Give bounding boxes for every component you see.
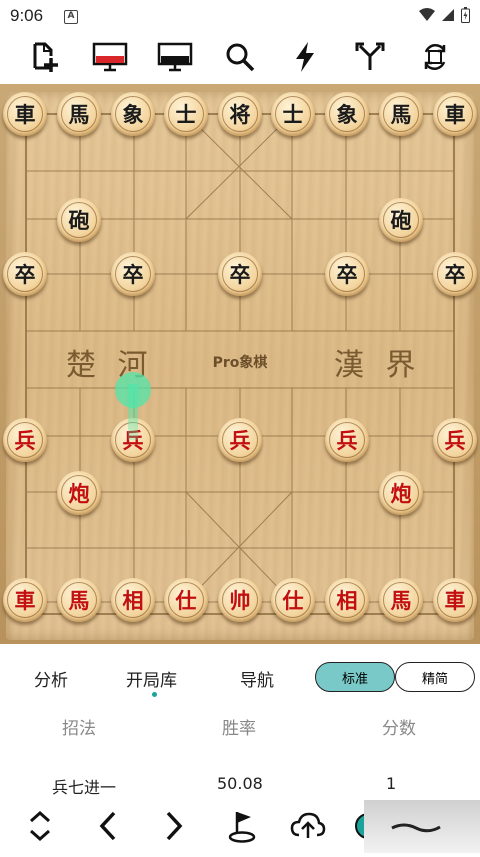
black-soldier-piece[interactable]: 卒	[3, 252, 47, 296]
red-soldier-piece[interactable]: 兵	[218, 418, 262, 462]
wifi-icon	[419, 8, 435, 21]
red-screen-icon[interactable]	[90, 34, 130, 80]
red-advisor-piece[interactable]: 仕	[271, 578, 315, 622]
signal-icon	[442, 9, 454, 21]
black-soldier-piece[interactable]: 卒	[111, 252, 155, 296]
corner-overlay-image	[364, 800, 480, 853]
expand-collapse-icon[interactable]	[20, 806, 60, 846]
black-cannon-piece[interactable]: 砲	[57, 198, 101, 242]
simple-mode-button[interactable]: 精简	[395, 662, 475, 692]
black-chariot-piece[interactable]: 車	[433, 92, 477, 136]
chess-board[interactable]: 楚 河 Pro象棋 漢 界 車 馬 象 士 将 士 象 馬 車 砲 砲 卒 卒 …	[0, 84, 480, 644]
previous-move-icon[interactable]	[88, 806, 128, 846]
red-soldier-piece[interactable]: 兵	[433, 418, 477, 462]
status-time: 9:06	[10, 6, 44, 25]
table-row-winrate: 50.08	[217, 774, 263, 793]
col-move-header: 招法	[62, 719, 96, 739]
black-elephant-piece[interactable]: 象	[111, 92, 155, 136]
black-soldier-piece[interactable]: 卒	[325, 252, 369, 296]
top-toolbar	[0, 34, 480, 80]
battery-icon	[461, 7, 470, 23]
red-soldier-piece[interactable]: 兵	[325, 418, 369, 462]
black-screen-icon[interactable]	[155, 34, 195, 80]
black-soldier-piece[interactable]: 卒	[218, 252, 262, 296]
search-icon[interactable]	[220, 34, 260, 80]
black-advisor-piece[interactable]: 士	[164, 92, 208, 136]
black-cannon-piece[interactable]: 砲	[379, 198, 423, 242]
status-icons	[419, 7, 470, 23]
black-horse-piece[interactable]: 馬	[379, 92, 423, 136]
branch-icon[interactable]	[350, 34, 390, 80]
next-move-icon[interactable]	[154, 806, 194, 846]
black-elephant-piece[interactable]: 象	[325, 92, 369, 136]
standard-mode-button[interactable]: 标准	[315, 662, 395, 692]
red-advisor-piece[interactable]: 仕	[164, 578, 208, 622]
lightning-icon[interactable]	[285, 34, 325, 80]
table-row-score: 1	[386, 774, 397, 793]
flag-icon[interactable]	[222, 806, 262, 846]
red-horse-piece[interactable]: 馬	[379, 578, 423, 622]
black-general-piece[interactable]: 将	[218, 92, 262, 136]
red-chariot-piece[interactable]: 車	[3, 578, 47, 622]
red-cannon-piece[interactable]: 炮	[379, 471, 423, 515]
black-horse-piece[interactable]: 馬	[57, 92, 101, 136]
red-soldier-piece[interactable]: 兵	[3, 418, 47, 462]
black-soldier-piece[interactable]: 卒	[433, 252, 477, 296]
rotate-icon[interactable]	[415, 34, 455, 80]
red-general-piece[interactable]: 帅	[218, 578, 262, 622]
black-advisor-piece[interactable]: 士	[271, 92, 315, 136]
table-row-move[interactable]: 兵七进一	[52, 774, 116, 798]
red-elephant-piece[interactable]: 相	[111, 578, 155, 622]
active-tab-indicator	[152, 692, 157, 697]
notification-icon: A	[64, 10, 78, 24]
red-chariot-piece[interactable]: 車	[433, 578, 477, 622]
red-cannon-piece[interactable]: 炮	[57, 471, 101, 515]
col-score-header: 分数	[382, 719, 416, 739]
move-hint-marker	[115, 372, 151, 408]
river-right-label: 漢 界	[334, 348, 422, 383]
new-game-icon[interactable]	[25, 34, 65, 80]
red-elephant-piece[interactable]: 相	[325, 578, 369, 622]
status-bar: 9:06 A	[0, 0, 480, 32]
tab-opening-book[interactable]: 开局库	[126, 666, 177, 691]
tab-analysis[interactable]: 分析	[34, 666, 68, 691]
col-winrate-header: 胜率	[222, 719, 256, 739]
red-horse-piece[interactable]: 馬	[57, 578, 101, 622]
black-chariot-piece[interactable]: 車	[3, 92, 47, 136]
upload-cloud-icon[interactable]	[288, 806, 328, 846]
tab-navigation[interactable]: 导航	[240, 666, 274, 691]
